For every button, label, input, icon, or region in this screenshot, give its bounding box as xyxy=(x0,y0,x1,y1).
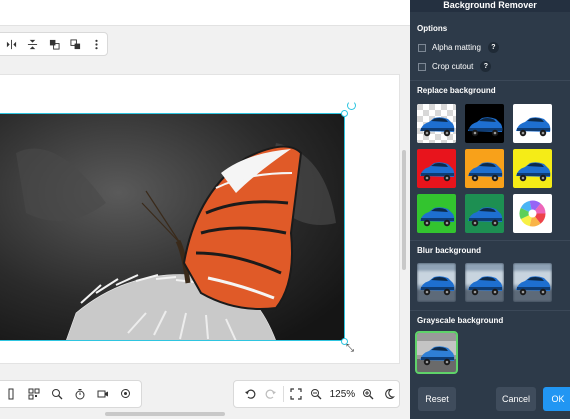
crop-cutout-option[interactable]: Crop cutout ? xyxy=(418,61,492,72)
blur-background-title: Blur background xyxy=(417,246,482,255)
resize-handle-top-right[interactable] xyxy=(341,110,348,117)
help-icon[interactable]: ? xyxy=(480,61,492,72)
replace-swatch-white[interactable] xyxy=(513,104,552,143)
magic-search-icon[interactable] xyxy=(114,382,137,406)
toolbar-divider xyxy=(282,386,284,402)
blur-level-2[interactable] xyxy=(465,263,504,302)
search-icon[interactable] xyxy=(45,382,68,406)
flip-horizontal-icon[interactable] xyxy=(1,33,22,55)
more-vertical-icon[interactable] xyxy=(86,33,107,55)
horizontal-scrollbar[interactable] xyxy=(105,412,225,416)
replace-swatch-black[interactable] xyxy=(465,104,504,143)
panel-title: Background Remover xyxy=(410,0,570,12)
replace-swatch-orange[interactable] xyxy=(465,149,504,188)
crop-cutout-label: Crop cutout xyxy=(432,62,474,71)
undo-icon[interactable] xyxy=(240,382,260,406)
flip-vertical-icon[interactable] xyxy=(22,33,43,55)
timer-icon[interactable] xyxy=(68,382,91,406)
replace-swatch-yellow[interactable] xyxy=(513,149,552,188)
history-zoom-toolbar: 125% xyxy=(233,380,400,408)
text-tool-icon[interactable] xyxy=(0,382,22,406)
blur-level-3[interactable] xyxy=(513,263,552,302)
editor-top-band xyxy=(0,0,410,26)
blur-level-1[interactable] xyxy=(417,263,456,302)
reset-button[interactable]: Reset xyxy=(418,387,456,411)
fit-to-screen-icon[interactable] xyxy=(286,382,306,406)
options-title: Options xyxy=(417,24,448,33)
editor-canvas-area: ⤡ 125% xyxy=(0,0,410,419)
rotate-handle-icon[interactable] xyxy=(347,101,356,110)
alpha-matting-checkbox[interactable] xyxy=(418,43,426,52)
grayscale-background-title: Grayscale background xyxy=(417,316,504,325)
scale-handle-icon[interactable]: ⤡ xyxy=(346,343,357,354)
panel-divider xyxy=(410,310,570,311)
replace-background-title: Replace background xyxy=(417,86,496,95)
replace-swatch-color-picker[interactable] xyxy=(513,194,552,233)
help-icon[interactable]: ? xyxy=(487,42,499,53)
zoom-out-icon[interactable] xyxy=(306,382,326,406)
replace-swatch-dark-green[interactable] xyxy=(465,194,504,233)
video-icon[interactable] xyxy=(91,382,114,406)
cancel-button[interactable]: Cancel xyxy=(496,387,536,411)
alpha-matting-option[interactable]: Alpha matting ? xyxy=(418,42,499,53)
panel-divider xyxy=(410,240,570,241)
redo-icon[interactable] xyxy=(260,382,280,406)
grayscale-swatch[interactable] xyxy=(415,331,458,374)
dark-mode-icon[interactable] xyxy=(379,382,399,406)
butterfly-photo[interactable] xyxy=(0,113,345,341)
bring-forward-icon[interactable] xyxy=(43,33,64,55)
zoom-level: 125% xyxy=(329,388,356,400)
vertical-scrollbar[interactable] xyxy=(402,150,406,270)
background-remover-panel: Background Remover Options Alpha matting… xyxy=(410,0,570,419)
ok-button[interactable]: OK xyxy=(543,387,570,411)
bottom-tools-toolbar xyxy=(0,380,142,408)
replace-swatch-red[interactable] xyxy=(417,149,456,188)
object-toolbar xyxy=(0,32,108,56)
alpha-matting-label: Alpha matting xyxy=(432,43,481,52)
crop-cutout-checkbox[interactable] xyxy=(418,62,426,71)
qr-code-icon[interactable] xyxy=(22,382,45,406)
replace-swatch-green[interactable] xyxy=(417,194,456,233)
panel-divider xyxy=(410,80,570,81)
send-backward-icon[interactable] xyxy=(65,33,86,55)
replace-swatch-transparent[interactable] xyxy=(417,104,456,143)
zoom-in-icon[interactable] xyxy=(358,382,378,406)
